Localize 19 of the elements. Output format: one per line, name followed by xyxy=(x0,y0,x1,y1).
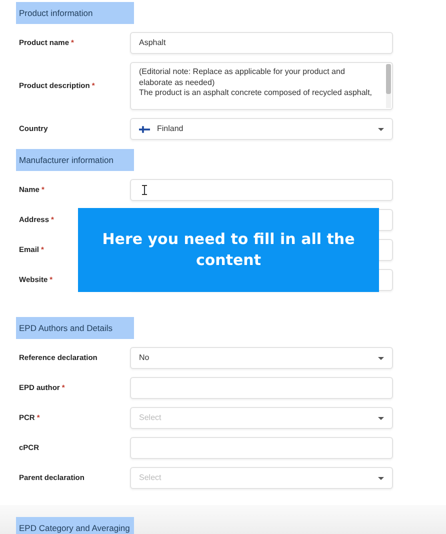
input-field[interactable]: Asphalt xyxy=(130,32,393,54)
caret-icon xyxy=(378,476,384,480)
caret-icon xyxy=(378,128,384,130)
section-header: Product information xyxy=(16,2,134,24)
input-field[interactable] xyxy=(130,437,393,459)
country-select[interactable]: Finland xyxy=(130,118,393,140)
caret-icon xyxy=(378,416,384,420)
input-field[interactable] xyxy=(130,179,393,201)
flag-icon xyxy=(139,126,150,132)
scrollbar[interactable] xyxy=(386,64,391,108)
caret-icon xyxy=(378,356,384,360)
text-cursor-icon xyxy=(142,185,147,195)
textarea-field[interactable]: (Editorial note: Replace as applicable for your product and elaborate as needed) The product is an asphalt concrete composed of recycled asphalt, xyxy=(130,62,393,110)
section-header: EPD Authors and Details xyxy=(16,317,134,339)
input-field[interactable] xyxy=(130,377,393,399)
instruction-tooltip: Here you need to fill in all the content xyxy=(78,208,379,292)
section-header: Manufacturer information xyxy=(16,149,134,171)
section-header: EPD Category and Averaging xyxy=(16,517,134,534)
select-field[interactable]: No xyxy=(130,347,393,369)
